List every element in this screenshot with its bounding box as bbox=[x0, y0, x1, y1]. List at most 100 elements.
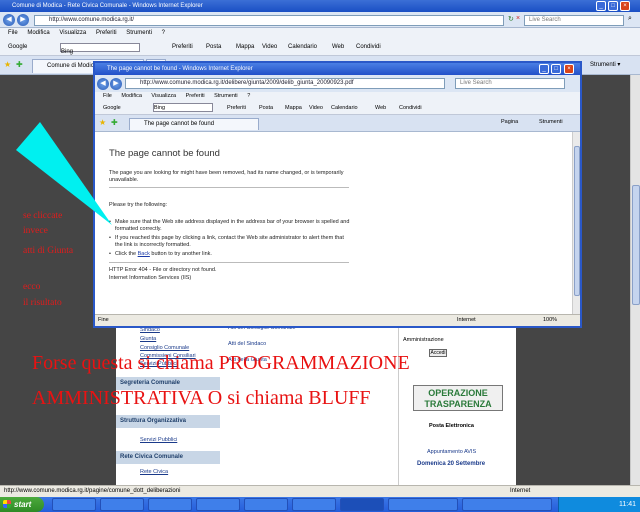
add-favorite-icon[interactable]: ✚ bbox=[16, 60, 23, 69]
back-icon[interactable]: ◀ bbox=[3, 14, 15, 26]
fg-page-menu[interactable]: Pagina bbox=[501, 119, 518, 125]
fg-menu-favorites[interactable]: Preferiti bbox=[186, 93, 205, 99]
links-item[interactable]: Web bbox=[332, 39, 344, 56]
error-bullet-3-pre: Click the bbox=[115, 251, 138, 257]
taskbar: start 11:41 bbox=[0, 497, 640, 512]
fg-search-input[interactable]: Live Search bbox=[455, 78, 565, 89]
start-button[interactable]: start bbox=[0, 497, 44, 512]
fg-favorites-star-icon[interactable]: ★ bbox=[99, 118, 106, 127]
bg-scrollbar[interactable] bbox=[630, 75, 640, 485]
fg-forward-icon[interactable]: ▶ bbox=[110, 78, 122, 90]
fg-links-item[interactable]: Web bbox=[375, 101, 386, 115]
error-bullet-3-post: button to try another link. bbox=[149, 251, 212, 257]
error-intro: The page you are looking for might have … bbox=[109, 170, 344, 183]
menu-view[interactable]: Visualizza bbox=[59, 30, 86, 36]
annotation-line-1: se cliccate bbox=[23, 211, 63, 221]
maximize-button[interactable]: □ bbox=[608, 1, 618, 11]
fg-scrollbar-thumb[interactable] bbox=[574, 146, 580, 296]
fg-links-item[interactable]: Mappa bbox=[285, 101, 302, 115]
stop-icon[interactable]: × bbox=[516, 15, 520, 22]
bg-status-bar: http://www.comune.modica.rg.it/pagine/co… bbox=[0, 485, 640, 497]
error-try-label: Please try the following: bbox=[109, 202, 168, 208]
taskbar-item[interactable] bbox=[244, 498, 288, 511]
fg-links-search-field[interactable]: Bing bbox=[153, 103, 213, 112]
taskbar-item[interactable] bbox=[388, 498, 458, 511]
bg-scrollbar-thumb[interactable] bbox=[632, 185, 640, 305]
annotation-line-2: invece bbox=[23, 226, 48, 236]
fg-links-item[interactable]: Posta bbox=[259, 101, 273, 115]
site-link[interactable]: Servizi Pubblici bbox=[140, 437, 177, 443]
fg-links-bar: Google Bing Preferiti Posta Mappa Video … bbox=[95, 101, 580, 115]
fg-add-favorite-icon[interactable]: ✚ bbox=[111, 118, 118, 127]
fg-links-item[interactable]: Preferiti bbox=[227, 101, 246, 115]
start-label: start bbox=[14, 500, 32, 509]
fg-minimize-button[interactable]: _ bbox=[539, 64, 549, 74]
taskbar-item[interactable] bbox=[100, 498, 144, 511]
close-button[interactable]: × bbox=[620, 1, 630, 11]
menu-tools[interactable]: Strumenti bbox=[126, 30, 152, 36]
fg-tools-menu[interactable]: Strumenti bbox=[539, 119, 563, 125]
taskbar-item[interactable] bbox=[462, 498, 552, 511]
taskbar-item[interactable] bbox=[340, 498, 384, 511]
minimize-button[interactable]: _ bbox=[596, 1, 606, 11]
event-date: Domenica 20 Settembre bbox=[417, 461, 486, 467]
error-divider-2 bbox=[109, 262, 349, 263]
menu-edit[interactable]: Modifica bbox=[27, 30, 49, 36]
refresh-icon[interactable]: ↻ bbox=[508, 15, 514, 23]
error-server: Internet Information Services (IIS) bbox=[109, 275, 192, 281]
login-button[interactable]: Accedi bbox=[429, 349, 447, 357]
fg-menu-bar: File Modifica Visualizza Preferiti Strum… bbox=[95, 92, 580, 101]
taskbar-item[interactable] bbox=[148, 498, 192, 511]
taskbar-item[interactable] bbox=[52, 498, 96, 511]
site-link[interactable]: Giunta bbox=[140, 336, 156, 342]
favorites-star-icon[interactable]: ★ bbox=[4, 60, 11, 69]
error-window: The page cannot be found - Windows Inter… bbox=[93, 61, 582, 328]
fg-menu-view[interactable]: Visualizza bbox=[151, 93, 176, 99]
links-search-field[interactable]: Bing bbox=[60, 43, 140, 55]
links-item[interactable]: Google bbox=[8, 39, 27, 56]
site-link[interactable]: Consiglio Comunale bbox=[140, 345, 189, 351]
site-group-header: Rete Civica Comunale bbox=[116, 451, 220, 464]
fg-tab-error[interactable]: The page cannot be found bbox=[129, 118, 259, 130]
links-item[interactable]: Mappa bbox=[236, 39, 254, 56]
back-link[interactable]: Back bbox=[138, 251, 150, 257]
site-group-header: Struttura Organizzativa bbox=[116, 415, 220, 428]
fg-menu-file[interactable]: File bbox=[103, 93, 112, 99]
search-icon[interactable]: ⌕ bbox=[628, 15, 632, 23]
fg-maximize-button[interactable]: □ bbox=[551, 64, 561, 74]
bg-search-input[interactable]: Live Search bbox=[524, 15, 624, 26]
fg-links-item[interactable]: Calendario bbox=[331, 101, 358, 115]
fg-links-item[interactable]: Video bbox=[309, 101, 323, 115]
fg-menu-edit[interactable]: Modifica bbox=[121, 93, 141, 99]
appuntamento-label[interactable]: Appuntamento AVIS bbox=[427, 449, 476, 455]
system-tray: 11:41 bbox=[558, 497, 640, 512]
fg-back-icon[interactable]: ◀ bbox=[97, 78, 109, 90]
menu-help[interactable]: ? bbox=[162, 30, 165, 36]
links-item[interactable]: Posta bbox=[206, 39, 221, 56]
menu-favorites[interactable]: Preferiti bbox=[96, 30, 117, 36]
forward-icon[interactable]: ▶ bbox=[17, 14, 29, 26]
operazione-trasparenza-banner[interactable]: OPERAZIONE TRASPARENZA bbox=[413, 385, 503, 411]
links-item[interactable]: Condividi bbox=[356, 39, 381, 56]
posta-label[interactable]: Posta Elettronica bbox=[429, 423, 474, 429]
annotation-line-3: atti di Giunta bbox=[23, 246, 74, 256]
fg-links-item[interactable]: Condividi bbox=[399, 101, 422, 115]
taskbar-item[interactable] bbox=[196, 498, 240, 511]
error-bullet-3: Click the Back button to try another lin… bbox=[109, 251, 350, 258]
site-link-atti-sindaco[interactable]: Atti del Sindaco bbox=[228, 341, 266, 347]
fg-zoom-level[interactable]: 100% bbox=[543, 315, 557, 326]
fg-address-bar[interactable]: http://www.comune.modica.rg.it/delibere/… bbox=[125, 78, 445, 89]
taskbar-item[interactable] bbox=[292, 498, 336, 511]
links-item[interactable]: Video bbox=[262, 39, 277, 56]
links-item[interactable]: Calendario bbox=[288, 39, 317, 56]
site-link[interactable]: Rete Civica bbox=[140, 469, 168, 475]
tools-menu[interactable]: Strumenti ▾ bbox=[590, 61, 620, 68]
links-item[interactable]: Preferiti bbox=[172, 39, 193, 56]
bg-address-bar[interactable]: http://www.comune.modica.rg.it/ bbox=[34, 15, 504, 26]
fg-menu-tools[interactable]: Strumenti bbox=[214, 93, 238, 99]
fg-scrollbar[interactable] bbox=[572, 132, 580, 314]
menu-file[interactable]: File bbox=[8, 30, 18, 36]
fg-links-item[interactable]: Google bbox=[103, 101, 121, 115]
fg-close-button[interactable]: × bbox=[564, 64, 574, 74]
fg-menu-help[interactable]: ? bbox=[247, 93, 250, 99]
